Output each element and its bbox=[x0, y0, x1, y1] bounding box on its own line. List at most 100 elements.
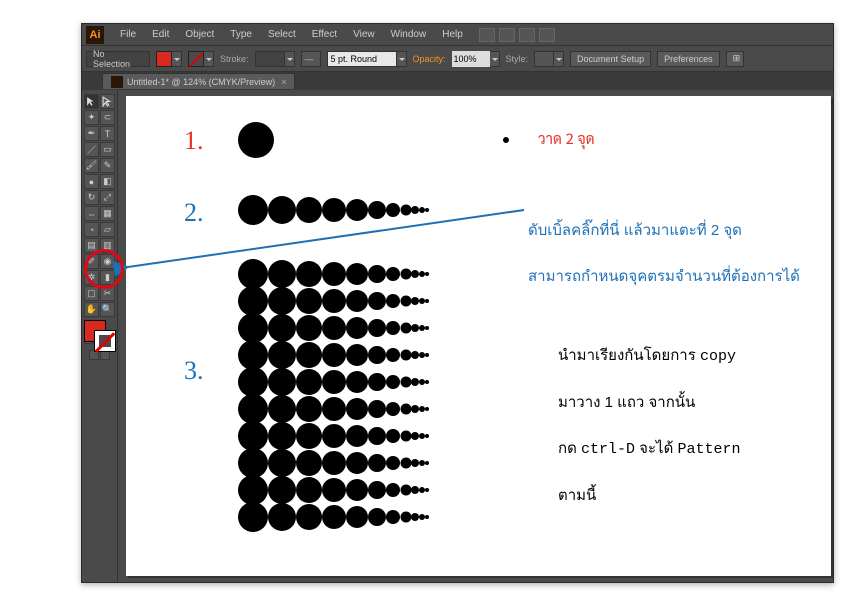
step3-dot bbox=[322, 343, 346, 367]
annot-step3-pattern: Pattern bbox=[677, 441, 740, 458]
menu-edit[interactable]: Edit bbox=[144, 29, 177, 40]
shape-builder-tool[interactable]: ◔ bbox=[84, 222, 99, 237]
step3-dot bbox=[425, 515, 429, 519]
line-tool[interactable]: ／ bbox=[84, 142, 99, 157]
menu-effect[interactable]: Effect bbox=[304, 29, 345, 40]
menu-window[interactable]: Window bbox=[383, 29, 435, 40]
magic-wand-tool[interactable]: ✦ bbox=[84, 110, 99, 125]
step3-dot bbox=[346, 290, 368, 312]
lasso-tool[interactable]: ⊂ bbox=[100, 110, 115, 125]
fill-swatch-dropdown[interactable] bbox=[156, 51, 182, 67]
step2-dot bbox=[425, 208, 429, 212]
step3-dot bbox=[238, 502, 268, 532]
chevron-down-icon[interactable] bbox=[397, 51, 407, 67]
step3-dot bbox=[400, 296, 411, 307]
pen-tool[interactable]: ✒ bbox=[84, 126, 99, 141]
step3-dot bbox=[238, 367, 268, 397]
step3-dot bbox=[368, 346, 386, 364]
layout-icon[interactable] bbox=[539, 28, 555, 42]
step3-dot bbox=[346, 263, 368, 285]
step3-dot bbox=[296, 315, 322, 341]
fill-stroke-control[interactable] bbox=[84, 320, 116, 352]
none-color-icon bbox=[94, 330, 116, 352]
document-setup-button[interactable]: Document Setup bbox=[570, 51, 651, 67]
symbol-sprayer-tool[interactable]: ✲ bbox=[84, 270, 99, 285]
style-dropdown[interactable] bbox=[534, 51, 564, 67]
chevron-down-icon[interactable] bbox=[204, 51, 214, 67]
layout-icon[interactable] bbox=[519, 28, 535, 42]
step3-dot bbox=[386, 429, 400, 443]
chevron-down-icon[interactable] bbox=[285, 51, 295, 67]
stroke-swatch-none[interactable] bbox=[188, 51, 204, 67]
chevron-down-icon[interactable] bbox=[172, 51, 182, 67]
annot-step3-l1a: นำมาเรียงกันโดยการ bbox=[558, 347, 700, 364]
perspective-tool[interactable]: ▱ bbox=[100, 222, 115, 237]
step3-dot bbox=[322, 370, 346, 394]
artboard[interactable]: 1. 2. 3. วาด 2 จุด ดับเบิ้ลคลิ๊กที่นี่ แ… bbox=[126, 96, 831, 576]
width-tool[interactable]: ⇔ bbox=[84, 206, 99, 221]
eyedropper-tool[interactable]: ✐ bbox=[84, 254, 99, 269]
step3-dot bbox=[425, 299, 429, 303]
step3-dot bbox=[238, 394, 268, 424]
stroke-style-box[interactable]: — bbox=[301, 51, 321, 67]
pencil-tool[interactable]: ✎ bbox=[100, 158, 115, 173]
mesh-tool[interactable]: ▤ bbox=[84, 238, 99, 253]
eraser-tool[interactable]: ◧ bbox=[100, 174, 115, 189]
rectangle-tool[interactable]: ▭ bbox=[100, 142, 115, 157]
canvas[interactable]: 1. 2. 3. วาด 2 จุด ดับเบิ้ลคลิ๊กที่นี่ แ… bbox=[118, 90, 833, 582]
step3-dot bbox=[346, 425, 368, 447]
layout-icon[interactable] bbox=[479, 28, 495, 42]
stroke-swatch-dropdown[interactable] bbox=[188, 51, 214, 67]
chevron-down-icon[interactable] bbox=[554, 51, 564, 67]
step2-dot bbox=[400, 205, 411, 216]
step3-dot bbox=[368, 292, 386, 310]
blend-tool[interactable]: ◉ bbox=[100, 254, 115, 269]
slice-tool[interactable]: ✂ bbox=[100, 286, 115, 301]
zoom-tool[interactable]: 🔍 bbox=[100, 302, 115, 317]
annot-step3-copy: copy bbox=[700, 348, 736, 365]
menu-select[interactable]: Select bbox=[260, 29, 304, 40]
style-label: Style: bbox=[506, 54, 529, 64]
brush-dropdown[interactable]: 5 pt. Round bbox=[327, 51, 407, 67]
scale-tool[interactable]: ⤢ bbox=[100, 190, 115, 205]
gradient-tool[interactable]: ▥ bbox=[100, 238, 115, 253]
step3-dot bbox=[346, 506, 368, 528]
artboard-tool[interactable]: ▢ bbox=[84, 286, 99, 301]
fill-swatch[interactable] bbox=[156, 51, 172, 67]
step3-dot bbox=[296, 396, 322, 422]
column-graph-tool[interactable]: ▮ bbox=[100, 270, 115, 285]
opacity-field[interactable]: 100% bbox=[452, 51, 500, 67]
free-transform-tool[interactable]: ▦ bbox=[100, 206, 115, 221]
step3-dot bbox=[322, 262, 346, 286]
menu-file[interactable]: File bbox=[112, 29, 144, 40]
paintbrush-tool[interactable]: 🖌 bbox=[84, 158, 99, 173]
align-icon[interactable]: ⊞ bbox=[726, 51, 744, 67]
document-icon bbox=[111, 76, 123, 88]
blob-brush-tool[interactable]: ● bbox=[84, 174, 99, 189]
hand-tool[interactable]: ✋ bbox=[84, 302, 99, 317]
menu-view[interactable]: View bbox=[345, 29, 383, 40]
menu-help[interactable]: Help bbox=[434, 29, 471, 40]
direct-selection-tool[interactable] bbox=[100, 94, 115, 109]
step3-dot bbox=[425, 461, 429, 465]
step3-dot bbox=[322, 478, 346, 502]
layout-icon[interactable] bbox=[499, 28, 515, 42]
menu-type[interactable]: Type bbox=[222, 29, 260, 40]
annot-step1: วาด 2 จุด bbox=[538, 128, 595, 151]
workarea: ✦ ⊂ ✒ T ／ ▭ 🖌 ✎ ● ◧ ↻ ⤢ ⇔ ▦ ◔ ▱ ▤ ▥ ✐ ◉ … bbox=[82, 90, 833, 582]
selection-tool[interactable] bbox=[84, 94, 99, 109]
close-tab-icon[interactable]: × bbox=[281, 77, 286, 87]
menu-object[interactable]: Object bbox=[177, 29, 222, 40]
annot-step3-ctrld: ctrl-D bbox=[581, 441, 635, 458]
stroke-weight-field[interactable] bbox=[255, 51, 295, 67]
step3-dot bbox=[346, 452, 368, 474]
step1-dot-small bbox=[503, 137, 509, 143]
rotate-tool[interactable]: ↻ bbox=[84, 190, 99, 205]
chevron-down-icon[interactable] bbox=[490, 51, 500, 67]
step3-dot bbox=[296, 288, 322, 314]
preferences-button[interactable]: Preferences bbox=[657, 51, 720, 67]
document-tab[interactable]: Untitled-1* @ 124% (CMYK/Preview) × bbox=[102, 73, 295, 89]
step2-dot bbox=[346, 199, 368, 221]
type-tool[interactable]: T bbox=[100, 126, 115, 141]
step3-dot bbox=[425, 434, 429, 438]
